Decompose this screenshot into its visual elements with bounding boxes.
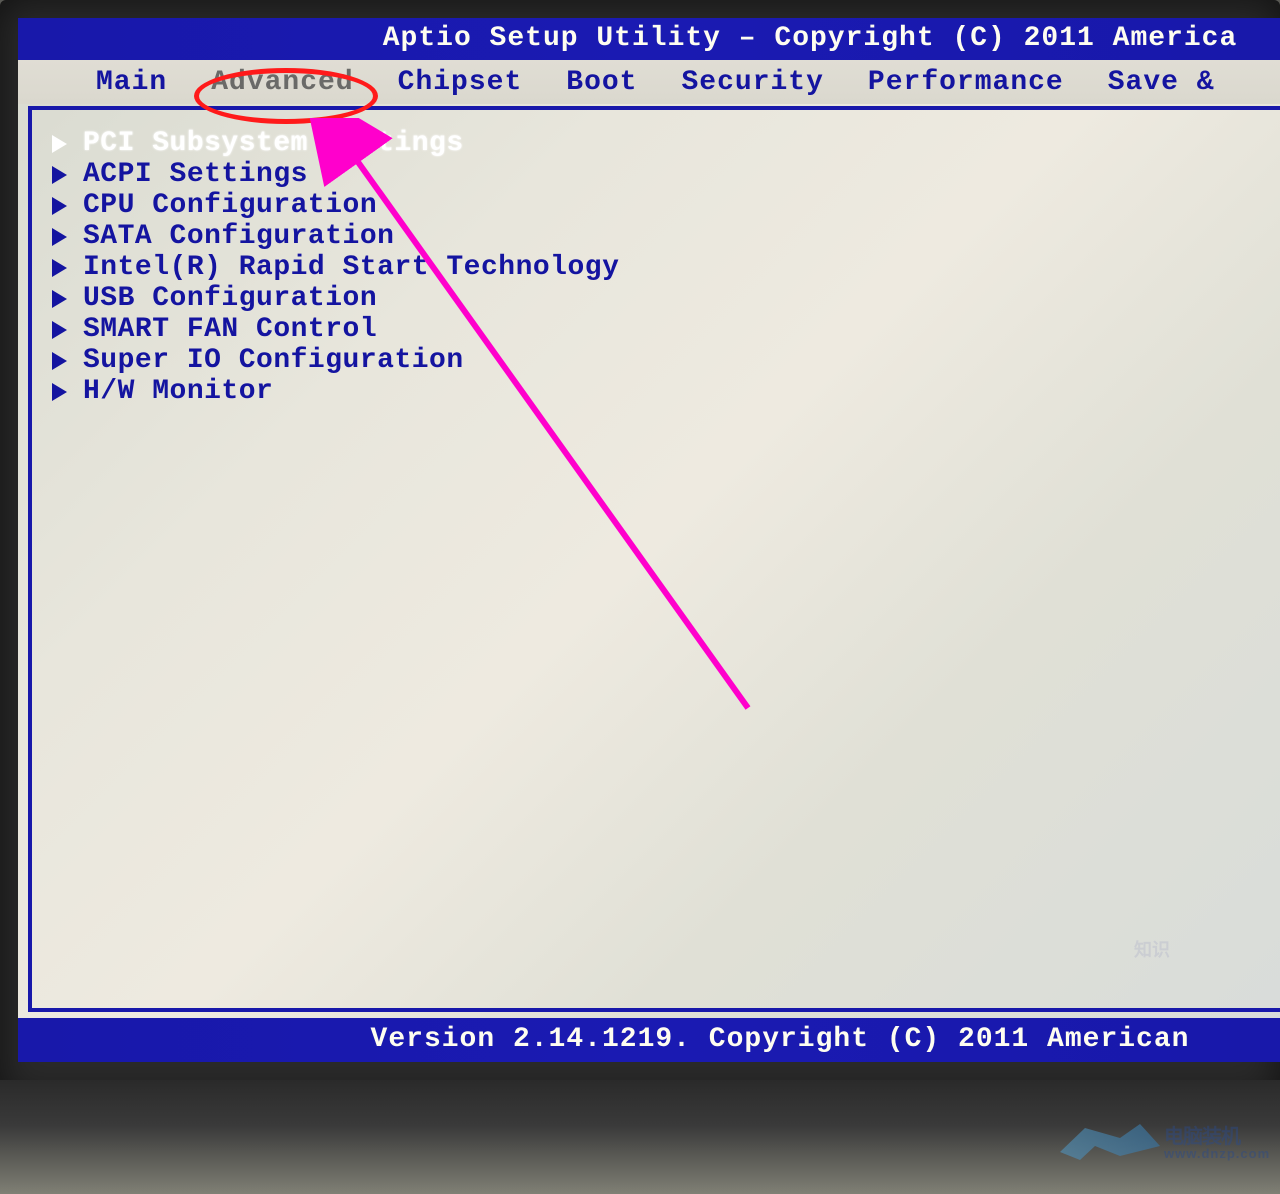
menu-label: SMART FAN Control [83,314,377,345]
bios-title-text: Aptio Setup Utility – Copyright (C) 2011… [383,23,1238,54]
menu-label: Intel(R) Rapid Start Technology [83,252,619,283]
triangle-icon [52,321,67,339]
tab-save[interactable]: Save & [1108,67,1215,98]
triangle-icon [52,197,67,215]
menu-cpu-configuration[interactable]: CPU Configuration [52,190,619,221]
menu-super-io[interactable]: Super IO Configuration [52,345,619,376]
menu-pci-subsystem[interactable]: PCI Subsystem Settings [52,128,619,159]
menu-label: PCI Subsystem Settings [83,128,464,159]
menu-intel-rapid-start[interactable]: Intel(R) Rapid Start Technology [52,252,619,283]
menu-smart-fan[interactable]: SMART FAN Control [52,314,619,345]
tab-security[interactable]: Security [681,67,823,98]
menu-list: PCI Subsystem Settings ACPI Settings CPU… [52,128,619,407]
triangle-icon [52,135,67,153]
tab-chipset[interactable]: Chipset [398,67,523,98]
menu-usb-configuration[interactable]: USB Configuration [52,283,619,314]
triangle-icon [52,290,67,308]
triangle-icon [52,166,67,184]
bios-screen: Aptio Setup Utility – Copyright (C) 2011… [18,18,1280,1062]
menu-label: CPU Configuration [83,190,377,221]
monitor-bezel: Aptio Setup Utility – Copyright (C) 2011… [0,0,1280,1100]
bios-footer-bar: Version 2.14.1219. Copyright (C) 2011 Am… [18,1018,1280,1062]
tab-boot[interactable]: Boot [566,67,637,98]
tab-main[interactable]: Main [96,67,167,98]
tab-performance[interactable]: Performance [868,67,1064,98]
triangle-icon [52,352,67,370]
menu-sata-configuration[interactable]: SATA Configuration [52,221,619,252]
menu-label: SATA Configuration [83,221,394,252]
menu-label: USB Configuration [83,283,377,314]
monitor-bezel-bottom [0,1080,1280,1194]
triangle-icon [52,228,67,246]
bios-tab-bar: Main Advanced Chipset Boot Security Perf… [18,60,1280,104]
menu-acpi-settings[interactable]: ACPI Settings [52,159,619,190]
footer-text: Version 2.14.1219. Copyright (C) 2011 Am… [371,1024,1190,1055]
menu-label: H/W Monitor [83,376,273,407]
bios-title-bar: Aptio Setup Utility – Copyright (C) 2011… [18,18,1280,60]
menu-label: ACPI Settings [83,159,308,190]
menu-hw-monitor[interactable]: H/W Monitor [52,376,619,407]
triangle-icon [52,383,67,401]
menu-label: Super IO Configuration [83,345,464,376]
tab-advanced[interactable]: Advanced [211,67,353,98]
triangle-icon [52,259,67,277]
